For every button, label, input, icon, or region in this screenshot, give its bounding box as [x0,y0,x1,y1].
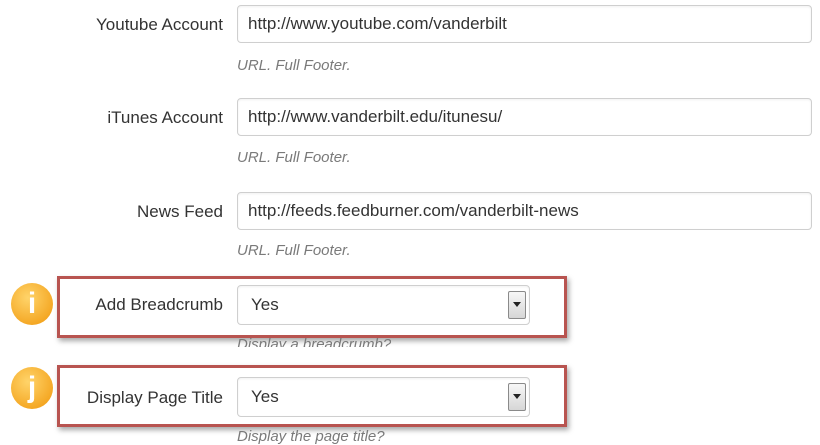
youtube-account-label: Youtube Account [96,15,223,34]
display-page-title-select[interactable]: Yes [237,377,530,417]
display-page-title-label: Display Page Title [86,388,223,407]
annotation-badge-i: i [11,283,53,325]
youtube-account-help: URL. Full Footer. [237,57,351,74]
youtube-account-input[interactable] [237,5,812,43]
display-page-title-value: Yes [251,387,279,406]
itunes-account-input[interactable] [237,98,812,136]
news-feed-label: News Feed [137,202,223,221]
itunes-account-help: URL. Full Footer. [237,149,351,166]
itunes-account-label: iTunes Account [107,108,223,127]
news-feed-input[interactable] [237,192,812,230]
add-breadcrumb-label: Add Breadcrumb [95,295,223,314]
display-page-title-help: Display the page title? [237,428,385,445]
add-breadcrumb-value: Yes [251,295,279,314]
news-feed-help: URL. Full Footer. [237,242,351,259]
annotation-badge-j: j [11,367,53,409]
add-breadcrumb-help: Display a breadcrumb? [237,336,392,347]
dropdown-arrow-icon[interactable] [508,383,526,411]
dropdown-arrow-icon[interactable] [508,291,526,319]
add-breadcrumb-select[interactable]: Yes [237,285,530,325]
